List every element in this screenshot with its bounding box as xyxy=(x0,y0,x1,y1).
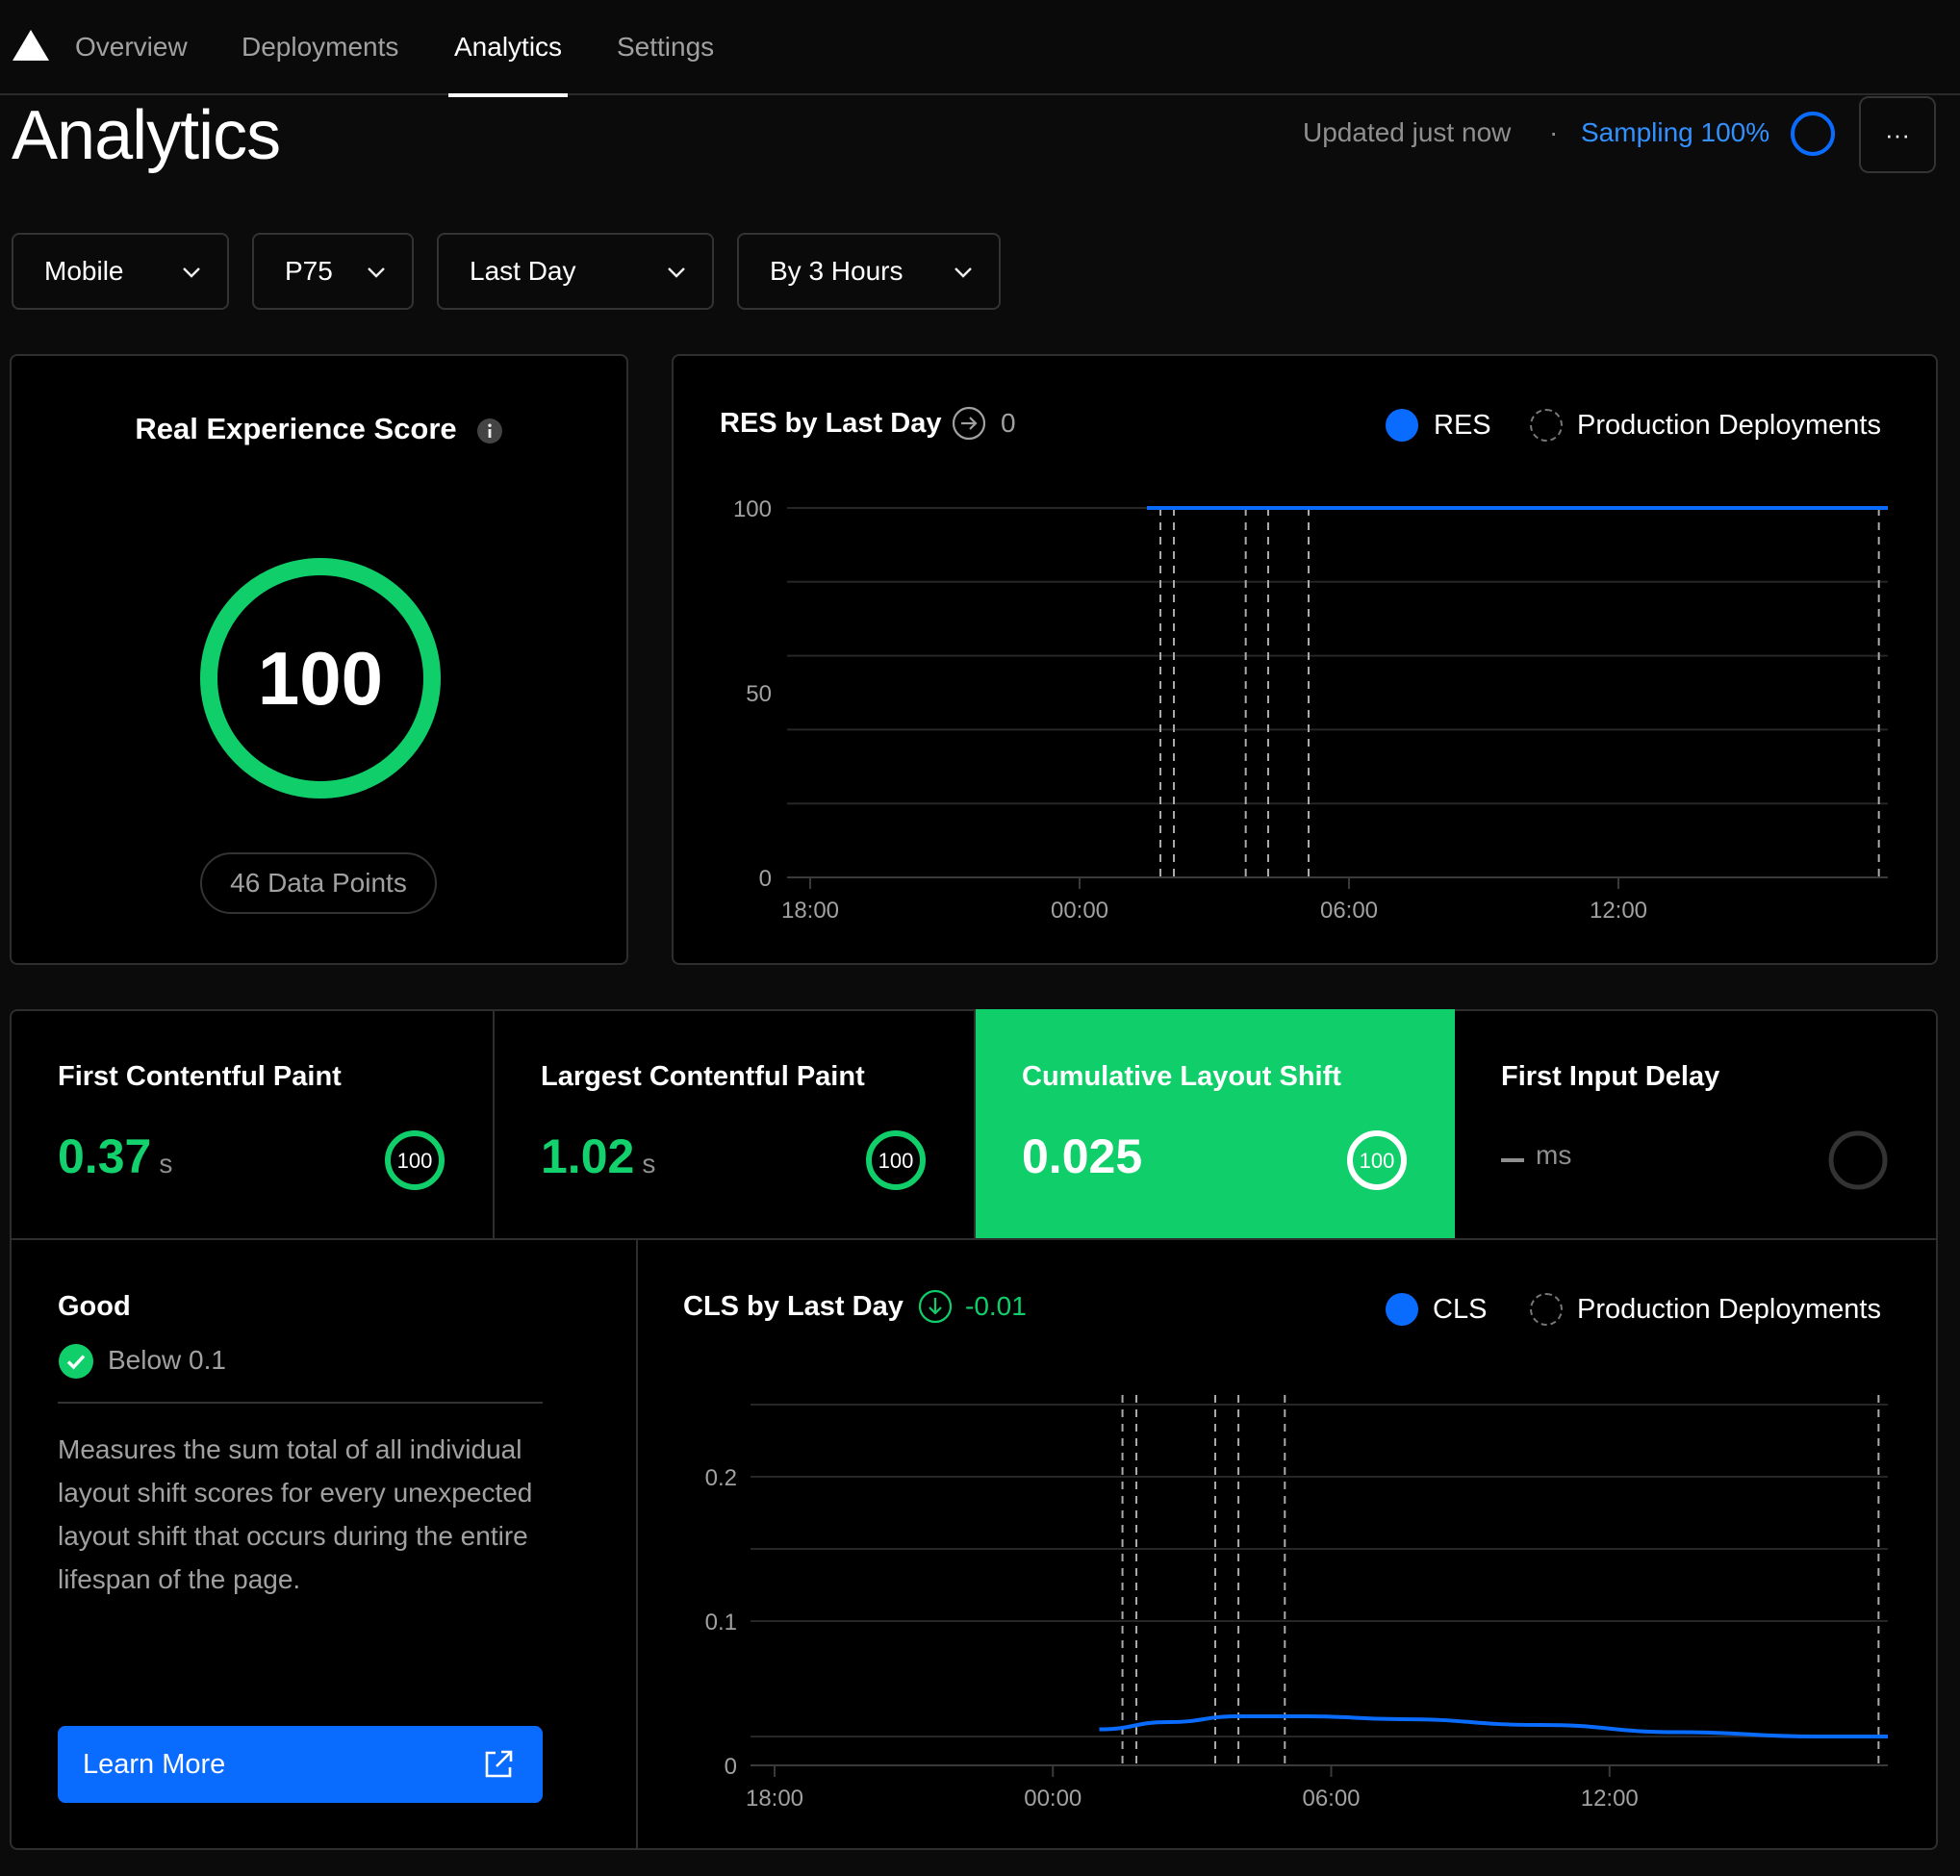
metric-description: Measures the sum total of all individual… xyxy=(58,1434,533,1594)
tab-overview[interactable]: Overview xyxy=(69,29,193,95)
cls-delta: -0.01 xyxy=(965,1291,1027,1321)
sampling-ring-icon[interactable] xyxy=(1790,111,1836,157)
metric-label: First Contentful Paint xyxy=(58,1061,342,1092)
res-x-tick-label: 00:00 xyxy=(1051,898,1108,924)
metric-value: 1.02 s xyxy=(541,1128,655,1184)
chevron-down-icon xyxy=(668,267,685,278)
res-x-tick-label: 06:00 xyxy=(1320,898,1378,924)
metric-tab-fcp[interactable]: First Contentful Paint 0.37 s 100 xyxy=(12,1009,495,1238)
percentile-select-value: P75 xyxy=(285,256,333,286)
metric-label: Cumulative Layout Shift xyxy=(1022,1061,1341,1092)
metric-unit: s xyxy=(642,1149,656,1179)
res-y-tick-label: 100 xyxy=(733,496,772,522)
more-icon: ··· xyxy=(1885,119,1910,149)
check-circle-icon xyxy=(59,1344,93,1379)
metric-tab-lcp[interactable]: Largest Contentful Paint 1.02 s 100 xyxy=(495,1009,976,1238)
deployments-legend-label[interactable]: Production Deployments xyxy=(1577,1294,1881,1326)
threshold-text: Below 0.1 xyxy=(108,1345,226,1375)
metric-tab-fid[interactable]: First Input Delay ms xyxy=(1455,1009,1936,1238)
cls-legend-label[interactable]: CLS xyxy=(1433,1294,1487,1326)
cls-x-tick-label: 12:00 xyxy=(1581,1786,1639,1809)
granularity-select-value: By 3 Hours xyxy=(770,256,904,286)
score-badge: 100 xyxy=(866,1130,926,1190)
cls-y-tick-label: 0.1 xyxy=(705,1610,737,1635)
res-y-tick-label: 0 xyxy=(759,866,772,892)
metric-value: 0.37 s xyxy=(58,1128,172,1184)
metric-number: 0.025 xyxy=(1022,1129,1143,1183)
deployments-legend-swatch xyxy=(1530,1293,1563,1326)
score-badge-text: 100 xyxy=(1360,1149,1395,1173)
metric-value: 0.025 xyxy=(1022,1128,1142,1184)
res-y-tick-label: 50 xyxy=(746,681,772,707)
score-badge: 100 xyxy=(385,1130,445,1190)
detail-divider-line xyxy=(58,1402,543,1404)
page-title: Analytics xyxy=(12,97,281,174)
cls-chart-title: CLS by Last Day xyxy=(683,1291,904,1322)
info-icon[interactable] xyxy=(476,418,503,444)
vercel-logo-icon[interactable] xyxy=(12,29,50,62)
sampling-link[interactable]: Sampling 100% xyxy=(1581,117,1769,148)
granularity-select[interactable]: By 3 Hours xyxy=(737,233,1001,310)
metric-number: 0.37 xyxy=(58,1129,152,1183)
external-link-icon xyxy=(485,1750,513,1778)
rating-title: Good xyxy=(58,1291,131,1322)
deployments-legend-label[interactable]: Production Deployments xyxy=(1577,410,1881,442)
res-chart-title: RES by Last Day xyxy=(720,408,942,439)
tab-analytics[interactable]: Analytics xyxy=(448,29,569,97)
updated-status: Updated just now xyxy=(1303,117,1512,147)
res-x-tick-label: 18:00 xyxy=(781,898,839,924)
score-badge-text: 100 xyxy=(878,1149,914,1173)
percentile-select[interactable]: P75 xyxy=(252,233,414,310)
cls-x-tick-label: 06:00 xyxy=(1302,1786,1360,1809)
chevron-down-icon xyxy=(183,267,200,278)
metric-label: First Input Delay xyxy=(1501,1061,1720,1092)
empty-score-badge xyxy=(1828,1130,1888,1190)
deployments-legend-swatch xyxy=(1530,409,1563,442)
metric-unit: s xyxy=(159,1149,173,1179)
res-delta: 0 xyxy=(1001,408,1016,438)
more-options-button[interactable]: ··· xyxy=(1859,96,1936,173)
learn-more-label: Learn More xyxy=(83,1749,226,1780)
empty-value-dash xyxy=(1501,1158,1524,1162)
arrow-right-circle-icon xyxy=(952,406,986,441)
range-select[interactable]: Last Day xyxy=(437,233,714,310)
arrow-down-circle-icon xyxy=(918,1289,953,1324)
device-select[interactable]: Mobile xyxy=(12,233,229,310)
tab-settings[interactable]: Settings xyxy=(611,29,720,95)
res-x-tick-label: 12:00 xyxy=(1590,898,1647,924)
res-legend-label[interactable]: RES xyxy=(1434,410,1491,442)
cls-x-tick-label: 00:00 xyxy=(1024,1786,1082,1809)
score-value: 100 xyxy=(257,635,384,721)
chevron-down-icon xyxy=(955,267,972,278)
metric-tab-cls[interactable]: Cumulative Layout Shift 0.025 100 xyxy=(976,1009,1455,1238)
top-nav: Overview Deployments Analytics Settings xyxy=(0,0,1960,97)
cls-legend-swatch xyxy=(1386,1293,1418,1326)
detail-divider xyxy=(636,1240,638,1848)
cls-y-tick-label: 0 xyxy=(725,1754,737,1780)
data-points-badge: 46 Data Points xyxy=(200,852,437,914)
separator-dot: · xyxy=(1549,117,1559,147)
score-badge: 100 xyxy=(1347,1130,1407,1190)
score-title-text: Real Experience Score xyxy=(135,412,457,445)
learn-more-button[interactable]: Learn More xyxy=(58,1726,543,1803)
score-title: Real Experience Score xyxy=(10,412,628,446)
score-badge-text: 100 xyxy=(397,1149,433,1173)
tab-deployments[interactable]: Deployments xyxy=(236,29,404,95)
cls-chart: 0 0.1 0.2 18:00 00:00 06:00 12:00 xyxy=(705,1395,1888,1809)
cls-y-tick-label: 0.2 xyxy=(705,1465,737,1491)
cls-x-tick-label: 18:00 xyxy=(746,1786,803,1809)
res-legend-swatch xyxy=(1386,409,1418,442)
metrics-divider xyxy=(12,1238,1936,1240)
cls-series-line xyxy=(1099,1714,1888,1738)
chevron-down-icon xyxy=(368,267,385,278)
metric-unit: ms xyxy=(1536,1140,1572,1170)
metric-number: 1.02 xyxy=(541,1129,635,1183)
metric-label: Largest Contentful Paint xyxy=(541,1061,865,1092)
res-chart: 0 50 100 18:00 00:00 06:00 12:00 xyxy=(733,496,1888,924)
device-select-value: Mobile xyxy=(44,256,124,286)
range-select-value: Last Day xyxy=(470,256,576,286)
